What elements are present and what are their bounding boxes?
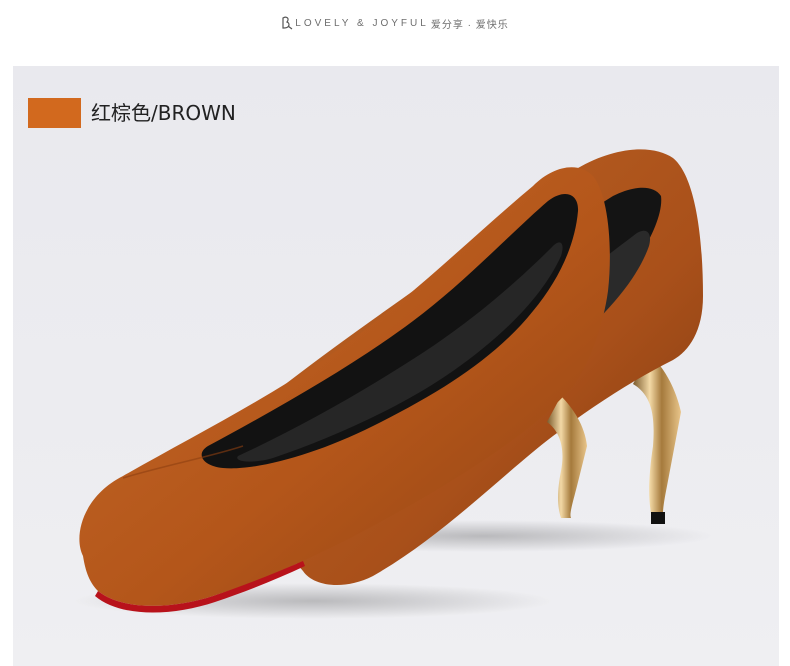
- brand-header: LOVELY & JOYFUL 爱分享 · 爱快乐: [0, 0, 790, 66]
- shoe-pair-illustration: [73, 149, 713, 619]
- brand-tagline-text: LOVELY & JOYFUL: [295, 17, 429, 29]
- brand-tagline: LOVELY & JOYFUL 爱分享 · 爱快乐: [281, 16, 508, 31]
- back-shoe-heel: [633, 354, 681, 524]
- back-shoe-heel-tip: [651, 512, 665, 524]
- product-photo-stage: 红棕色/BROWN: [13, 66, 779, 666]
- brand-logo-icon: [282, 16, 293, 30]
- brand-tagline-cn: 爱分享 · 爱快乐: [430, 19, 509, 31]
